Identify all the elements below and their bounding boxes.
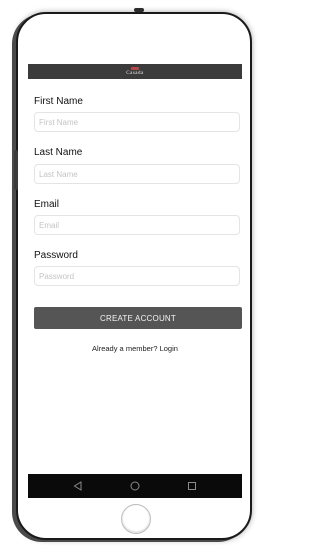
nav-recents-button[interactable] xyxy=(182,476,202,496)
email-input[interactable] xyxy=(34,215,240,235)
first-name-input[interactable] xyxy=(34,112,240,132)
email-label: Email xyxy=(34,199,60,210)
phone-speaker xyxy=(134,8,144,12)
last-name-input[interactable] xyxy=(34,164,240,184)
first-name-label: First Name xyxy=(34,96,83,107)
app-screen: Casada First Name Last Name Email Passwo… xyxy=(28,60,242,502)
login-link[interactable]: Already a member? Login xyxy=(28,344,242,353)
home-circle-icon xyxy=(130,481,140,491)
password-input[interactable] xyxy=(34,266,240,286)
back-triangle-icon xyxy=(73,481,82,491)
brand-name: Casada xyxy=(126,71,144,76)
last-name-label: Last Name xyxy=(34,147,83,158)
nav-home-button[interactable] xyxy=(125,476,145,496)
brand-header: Casada xyxy=(28,64,242,79)
create-account-button[interactable]: CREATE ACCOUNT xyxy=(34,307,242,329)
system-nav-bar xyxy=(28,474,242,498)
device-scene: Casada First Name Last Name Email Passwo… xyxy=(0,0,252,545)
nav-back-button[interactable] xyxy=(68,476,88,496)
recents-square-icon xyxy=(187,482,196,490)
password-label: Password xyxy=(34,250,78,261)
brand-logo: Casada xyxy=(126,67,143,76)
logo-mark-icon xyxy=(130,67,139,70)
phone-home-key[interactable] xyxy=(121,504,151,534)
phone-side-key xyxy=(14,150,18,190)
